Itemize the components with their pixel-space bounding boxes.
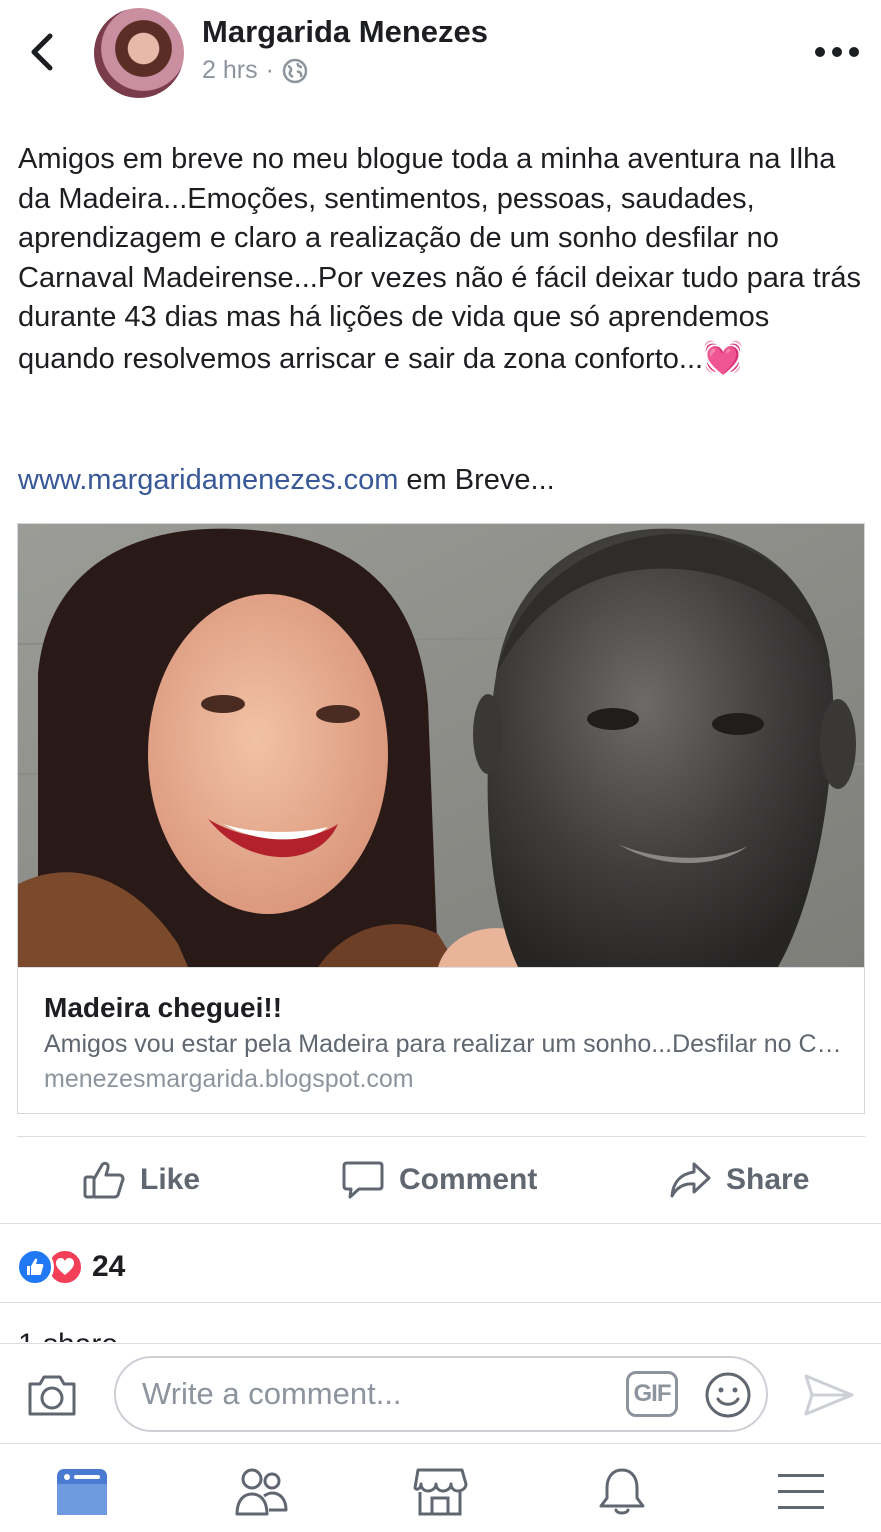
menu-icon[interactable] (774, 1466, 830, 1518)
friends-icon[interactable] (234, 1466, 290, 1518)
more-dots-icon[interactable] (813, 40, 861, 64)
share-icon (670, 1162, 711, 1198)
post-link-line: www.margaridamenezes.com em Breve... (18, 464, 555, 497)
link-preview-description: Amigos vou estar pela Madeira para reali… (44, 1030, 844, 1058)
action-bar: Like Comment Share (0, 1137, 881, 1223)
comment-icon (342, 1161, 384, 1199)
avatar[interactable] (94, 8, 184, 98)
link-preview-title: Madeira cheguei!! (44, 992, 283, 1023)
preview-photo-illustration (18, 524, 864, 967)
comment-input[interactable]: Write a comment... GIF (114, 1356, 768, 1432)
like-button[interactable]: Like (82, 1159, 200, 1201)
send-icon[interactable] (802, 1372, 856, 1418)
link-preview-body[interactable]: Madeira cheguei!! Amigos vou estar pela … (18, 967, 864, 1113)
comment-label: Comment (399, 1163, 538, 1196)
smiley-icon[interactable] (704, 1371, 752, 1419)
globe-icon (282, 58, 308, 83)
share-label: Share (726, 1163, 810, 1196)
share-count[interactable]: 1 share (18, 1326, 118, 1342)
notifications-icon[interactable] (594, 1466, 650, 1518)
share-button[interactable]: Share (668, 1159, 809, 1201)
bottom-tab-bar (0, 1443, 881, 1532)
marketplace-icon[interactable] (412, 1466, 468, 1518)
post-meta: 2 hrs · (202, 56, 308, 85)
divider (0, 1302, 881, 1303)
post-header: Margarida Menezes 2 hrs · (0, 0, 881, 110)
post-link[interactable]: www.margaridamenezes.com (18, 464, 398, 496)
post-text: Amigos em breve no meu blogue toda a min… (18, 140, 863, 379)
link-preview-card[interactable]: Madeira cheguei!! Amigos vou estar pela … (17, 523, 865, 1114)
chevron-left-icon[interactable] (22, 30, 62, 74)
link-preview-domain: menezesmargarida.blogspot.com (44, 1065, 414, 1093)
post-time[interactable]: 2 hrs (202, 56, 258, 85)
reaction-count: 24 (92, 1250, 126, 1283)
gif-button[interactable]: GIF (626, 1371, 678, 1417)
heart-emoji: 💓 (703, 338, 743, 375)
meta-separator: · (265, 56, 274, 84)
link-preview-image[interactable] (18, 524, 864, 967)
comment-placeholder: Write a comment... (142, 1376, 402, 1411)
like-label: Like (140, 1163, 201, 1196)
like-reaction-icon (16, 1248, 54, 1286)
divider (0, 1223, 881, 1224)
news-feed-icon[interactable] (54, 1466, 110, 1518)
thumbs-up-icon (83, 1161, 125, 1199)
post-link-suffix: em Breve... (398, 464, 555, 496)
comment-button[interactable]: Comment (341, 1159, 537, 1201)
camera-icon[interactable] (26, 1372, 78, 1418)
author-name[interactable]: Margarida Menezes (202, 14, 488, 50)
comment-composer: Write a comment... GIF (0, 1343, 881, 1443)
reactions-summary[interactable]: 24 (16, 1248, 125, 1286)
